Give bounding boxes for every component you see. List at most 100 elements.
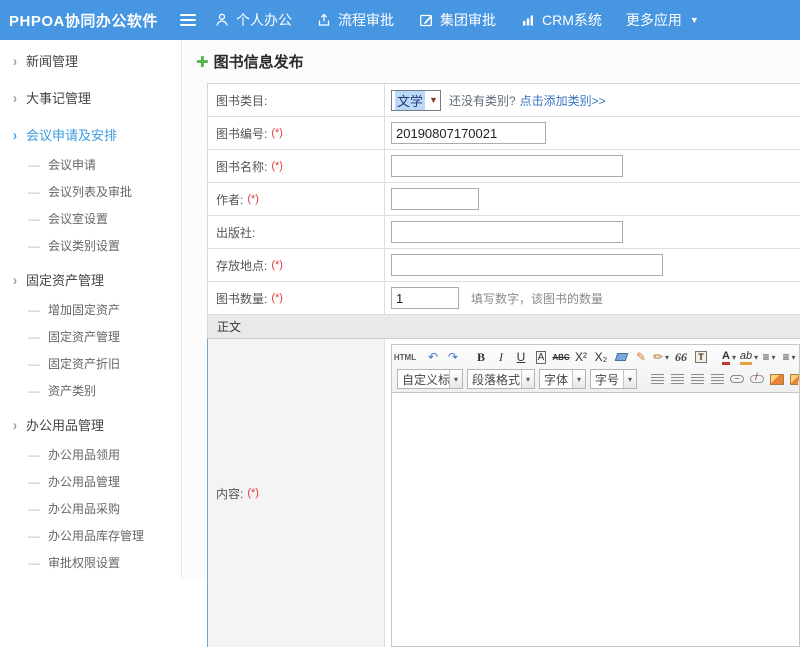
- dash-icon: —: [28, 158, 40, 172]
- nav-item-process-approval[interactable]: 流程审批: [316, 10, 394, 30]
- sidebar-item-办公用品库存管理[interactable]: —办公用品库存管理: [0, 522, 181, 549]
- dash-icon: —: [28, 239, 40, 253]
- char-border-button[interactable]: A: [532, 348, 550, 366]
- chevron-down-icon: ▾: [623, 370, 636, 388]
- sidebar-group-大事记管理[interactable]: ›大事记管理: [0, 81, 181, 114]
- sidebar-group-新闻管理[interactable]: ›新闻管理: [0, 44, 181, 77]
- sidebar-item-资产类别[interactable]: —资产类别: [0, 377, 181, 404]
- nav-item-label: 个人办公: [236, 10, 292, 30]
- font-size-combo[interactable]: 字号▾: [590, 369, 637, 389]
- sidebar-item-会议类别设置[interactable]: —会议类别设置: [0, 232, 181, 259]
- image-button[interactable]: [768, 370, 786, 388]
- field-hint: 填写数字，该图书的数量: [471, 290, 603, 307]
- nav-item-group-approval[interactable]: 集团审批: [418, 10, 496, 30]
- redo-icon: ↷: [448, 350, 458, 364]
- source-icon: HTML: [394, 353, 416, 362]
- source-button[interactable]: HTML: [396, 348, 414, 366]
- sidebar-item-会议室设置[interactable]: —会议室设置: [0, 205, 181, 232]
- align-center-button[interactable]: [668, 370, 686, 388]
- scrawl-button[interactable]: ✏▾: [652, 348, 670, 366]
- align-justify-button[interactable]: [708, 370, 726, 388]
- chevron-right-icon: ›: [13, 416, 17, 433]
- sidebar-item-label: 会议申请: [48, 156, 96, 173]
- sidebar-item-固定资产折旧[interactable]: —固定资产折旧: [0, 350, 181, 377]
- sidebar-group-办公用品管理[interactable]: › 办公用品管理: [0, 408, 181, 441]
- unlink-button[interactable]: [748, 370, 766, 388]
- sidebar-group-固定资产管理[interactable]: ›固定资产管理: [0, 263, 181, 296]
- redo-button[interactable]: ↷: [444, 348, 462, 366]
- font-color-icon: A: [722, 350, 730, 365]
- blockquote-button[interactable]: 66: [672, 348, 690, 366]
- sidebar-item-增加固定资产[interactable]: —增加固定资产: [0, 296, 181, 323]
- italic-button[interactable]: I: [492, 348, 510, 366]
- nav-item-more-apps[interactable]: 更多应用▼: [626, 10, 699, 30]
- form-row-content: 内容:(*)HTML↶↷BIUAABCX²X₂✎✏▾66TA▾ab▾≡▾≡▾自定…: [207, 339, 800, 647]
- bold-button[interactable]: B: [472, 348, 490, 366]
- align-justify-icon: [711, 374, 724, 385]
- sidebar-item-办公用品管理[interactable]: —办公用品管理: [0, 468, 181, 495]
- sidebar-group-label: 大事记管理: [26, 88, 91, 107]
- superscript-button[interactable]: X²: [572, 348, 590, 366]
- field-cell: 填写数字，该图书的数量: [385, 282, 800, 314]
- align-left-button[interactable]: [648, 370, 666, 388]
- combo-label: 字体: [540, 371, 572, 388]
- link-button[interactable]: [728, 370, 746, 388]
- author-input[interactable]: [391, 188, 479, 210]
- align-center-icon: [671, 374, 684, 385]
- insert-image-button[interactable]: [788, 370, 799, 388]
- sidebar-group-label: 办公用品管理: [26, 415, 104, 434]
- scrawl-icon: ✏: [653, 350, 663, 364]
- label-text: 图书数量:: [216, 290, 267, 307]
- paragraph-format-combo[interactable]: 段落格式▾: [467, 369, 535, 389]
- add-category-link[interactable]: 点击添加类别>>: [520, 92, 606, 109]
- image-icon: [770, 374, 784, 385]
- sidebar-item-会议申请[interactable]: — 会议申请: [0, 151, 181, 178]
- storage-place-input[interactable]: [391, 254, 663, 276]
- sidebar-item-label: 办公用品采购: [48, 500, 120, 517]
- editor-canvas[interactable]: [392, 393, 799, 646]
- label-text: 出版社:: [216, 224, 255, 241]
- nav-item-crm-system[interactable]: CRM系统: [520, 10, 602, 30]
- required-mark: (*): [247, 487, 259, 499]
- book-quantity-input[interactable]: [391, 287, 459, 309]
- blockquote-icon: 66: [675, 350, 687, 365]
- book-name-input[interactable]: [391, 155, 623, 177]
- format-painter-button[interactable]: ✎: [632, 348, 650, 366]
- nav-item-label: 更多应用: [626, 10, 682, 30]
- sidebar-group-label: 会议申请及安排: [26, 125, 117, 144]
- sidebar-item-办公用品领用[interactable]: —办公用品领用: [0, 441, 181, 468]
- background-color-icon: ab: [740, 350, 752, 365]
- sidebar-item-会议列表及审批[interactable]: —会议列表及审批: [0, 178, 181, 205]
- category-select[interactable]: 文学▼: [391, 90, 441, 111]
- chevron-down-icon: ▾: [665, 353, 669, 362]
- sidebar-item-固定资产管理[interactable]: —固定资产管理: [0, 323, 181, 350]
- paste-plain-button[interactable]: T: [692, 348, 710, 366]
- strikethrough-button[interactable]: ABC: [552, 348, 570, 366]
- chart-icon: [520, 12, 536, 28]
- nav-item-personal-office[interactable]: 个人办公: [214, 10, 292, 30]
- label-text: 作者:: [216, 191, 243, 208]
- sidebar-group-会议申请及安排[interactable]: ›会议申请及安排: [0, 118, 181, 151]
- toolbar-row-1: HTML↶↷BIUAABCX²X₂✎✏▾66TA▾ab▾≡▾≡▾: [395, 346, 796, 368]
- font-color-button[interactable]: A▾: [720, 348, 738, 366]
- publisher-input[interactable]: [391, 221, 623, 243]
- subscript-button[interactable]: X₂: [592, 348, 610, 366]
- dash-icon: —: [28, 475, 40, 489]
- unordered-list-button[interactable]: ≡▾: [780, 348, 798, 366]
- custom-title-combo[interactable]: 自定义标题▾: [397, 369, 463, 389]
- book-number-input[interactable]: [391, 122, 546, 144]
- bold-icon: B: [477, 350, 485, 365]
- align-right-button[interactable]: [688, 370, 706, 388]
- background-color-button[interactable]: ab▾: [740, 348, 758, 366]
- field-label: 图书名称:(*): [208, 150, 385, 182]
- sidebar-item-办公用品采购[interactable]: —办公用品采购: [0, 495, 181, 522]
- underline-button[interactable]: U: [512, 348, 530, 366]
- sidebar-item-审批权限设置[interactable]: —审批权限设置: [0, 549, 181, 576]
- ordered-list-button[interactable]: ≡▾: [760, 348, 778, 366]
- font-family-combo[interactable]: 字体▾: [539, 369, 586, 389]
- eraser-button[interactable]: [612, 348, 630, 366]
- field-cell: [385, 249, 800, 281]
- unordered-list-icon: ≡: [782, 350, 789, 364]
- hamburger-icon[interactable]: [180, 14, 196, 26]
- undo-button[interactable]: ↶: [424, 348, 442, 366]
